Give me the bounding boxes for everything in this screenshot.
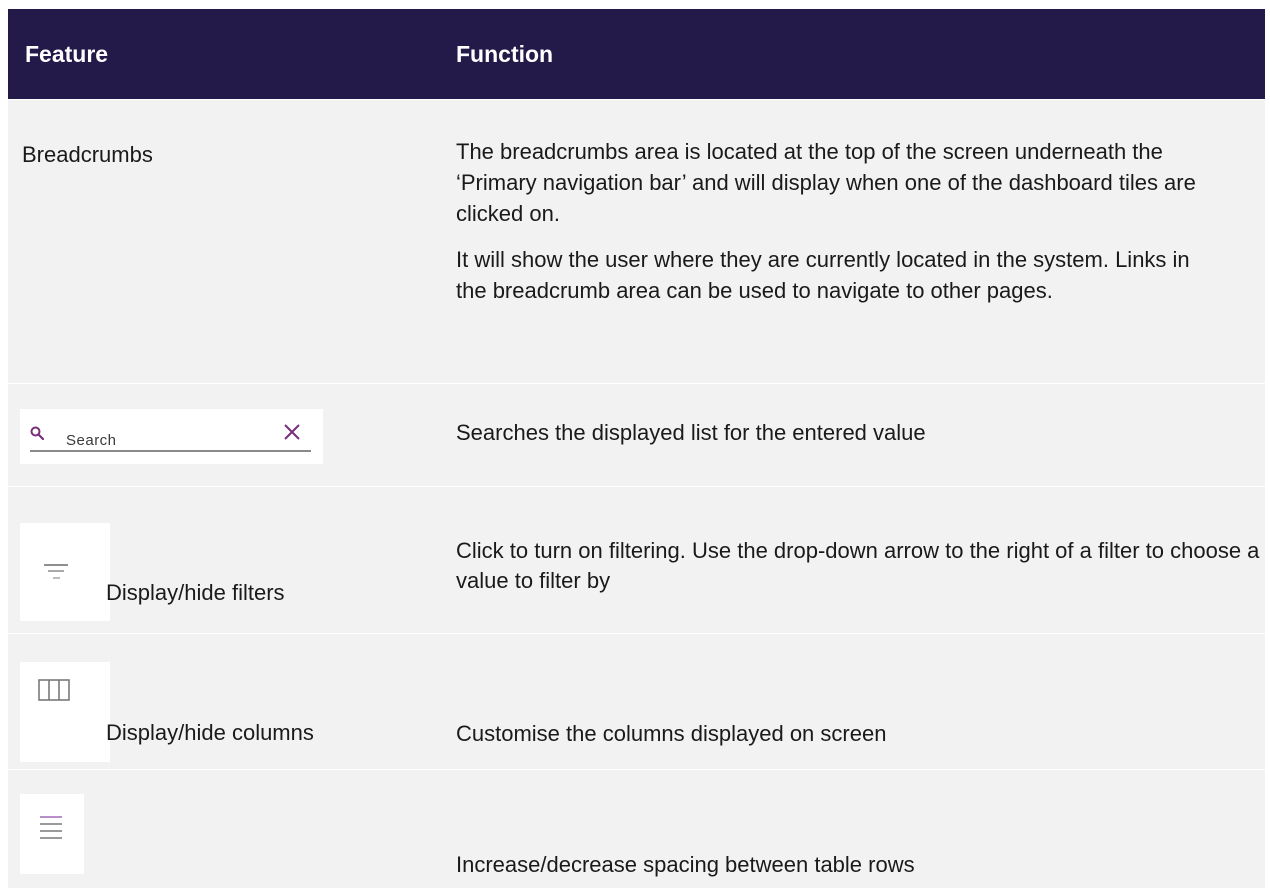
function-spacing: Increase/decrease spacing between table … bbox=[456, 852, 915, 877]
function-columns: Customise the columns displayed on scree… bbox=[456, 721, 887, 746]
function-filters: Click to turn on filtering. Use the drop… bbox=[456, 538, 1260, 593]
filter-button[interactable] bbox=[20, 523, 110, 621]
table-header-row: Feature Function bbox=[8, 9, 1265, 100]
table-row-columns: Display/hide columns Customise the colum… bbox=[8, 634, 1265, 770]
search-underline bbox=[30, 450, 311, 452]
density-button[interactable] bbox=[20, 794, 84, 874]
table-row-spacing: Increase/decrease spacing between table … bbox=[8, 770, 1265, 889]
search-icon bbox=[30, 426, 44, 440]
row-density-icon bbox=[40, 816, 62, 839]
header-function: Function bbox=[456, 40, 554, 67]
table-row-search: Search Searches the displayed list for t… bbox=[8, 384, 1265, 487]
function-paragraph: The breadcrumbs area is located at the t… bbox=[456, 139, 1196, 226]
feature-breadcrumbs: Breadcrumbs bbox=[22, 142, 153, 167]
search-input[interactable]: Search bbox=[20, 409, 323, 464]
close-icon[interactable] bbox=[283, 423, 301, 441]
table-row-filters: Display/hide filters Click to turn on fi… bbox=[8, 487, 1265, 634]
feature-table: Feature Function Breadcrumbs The breadcr… bbox=[8, 9, 1265, 889]
filter-icon bbox=[44, 564, 68, 579]
columns-button[interactable] bbox=[20, 662, 110, 762]
table-row-breadcrumbs: Breadcrumbs The breadcrumbs area is loca… bbox=[8, 100, 1265, 384]
columns-icon bbox=[38, 679, 70, 701]
feature-columns: Display/hide columns bbox=[106, 720, 314, 745]
feature-filters: Display/hide filters bbox=[106, 580, 285, 605]
header-feature: Feature bbox=[25, 40, 109, 67]
function-search: Searches the displayed list for the ente… bbox=[456, 420, 926, 445]
function-paragraph: It will show the user where they are cur… bbox=[456, 247, 1190, 303]
function-breadcrumbs: The breadcrumbs area is located at the t… bbox=[448, 100, 1265, 383]
